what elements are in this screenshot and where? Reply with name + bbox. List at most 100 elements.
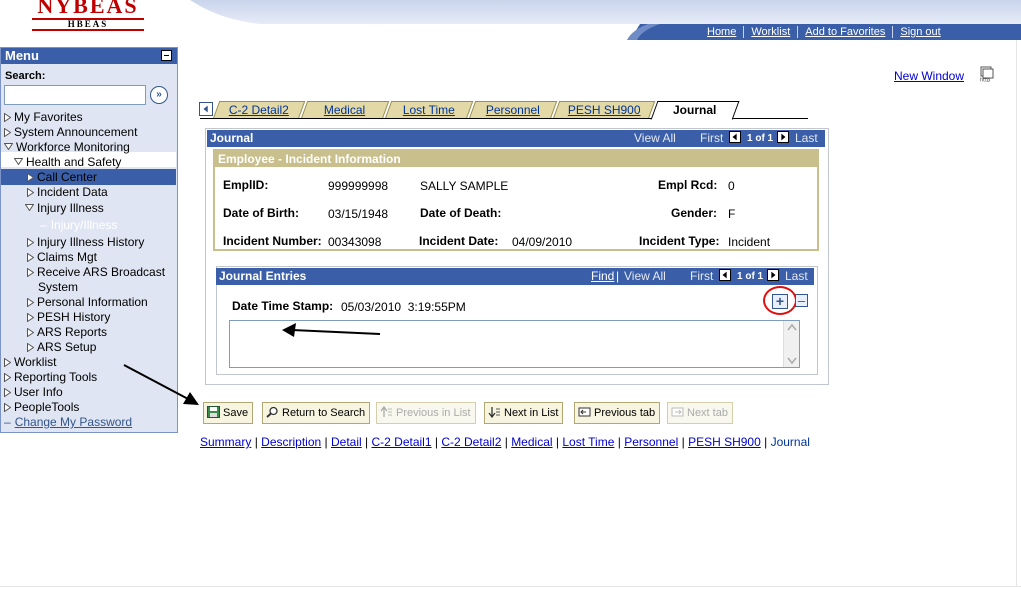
help-http-icon[interactable]: http bbox=[979, 66, 995, 82]
link-summary[interactable]: Summary bbox=[200, 435, 251, 449]
journal-first[interactable]: First bbox=[700, 130, 723, 147]
journal-entries-find[interactable]: Find bbox=[591, 268, 614, 285]
menu-label: ARS Reports bbox=[37, 325, 108, 339]
menu-item-receive-ars-broadcast[interactable]: Receive ARS Broadcast bbox=[27, 265, 165, 279]
save-label: Save bbox=[223, 407, 249, 419]
textarea-scrollbar[interactable] bbox=[783, 321, 799, 367]
journal-view-all[interactable]: View All bbox=[634, 130, 676, 147]
emplid-value: 999999998 bbox=[328, 179, 389, 193]
link-lost-time[interactable]: Lost Time bbox=[562, 435, 614, 449]
menu-item-user-info[interactable]: User Info bbox=[4, 385, 63, 399]
new-window-link[interactable]: New Window bbox=[894, 69, 964, 83]
menu-item-change-my-password[interactable]: – Change My Password bbox=[4, 415, 132, 429]
dob-label: Date of Birth: bbox=[223, 206, 299, 220]
previous-tab-button[interactable]: Previous tab bbox=[574, 402, 661, 424]
menu-item-ars-setup[interactable]: ARS Setup bbox=[27, 340, 96, 354]
journal-entries-next-icon[interactable] bbox=[767, 269, 779, 281]
journal-entries-prev-icon[interactable] bbox=[719, 269, 731, 281]
tab-label: PESH SH900 bbox=[567, 103, 641, 117]
menu-label: Claims Mgt bbox=[37, 250, 98, 264]
tab-scroll-left-icon[interactable] bbox=[199, 102, 213, 116]
incident-number-value: 00343098 bbox=[328, 235, 382, 249]
next-in-list-button[interactable]: Next in List bbox=[484, 402, 564, 424]
separator: | bbox=[254, 435, 258, 449]
journal-header-bar: Journal View All First 1 of 1 Last bbox=[207, 130, 825, 147]
collapse-icon[interactable] bbox=[161, 50, 172, 61]
menu-item-system-cont[interactable]: System bbox=[38, 280, 78, 294]
menu-label: Call Center bbox=[37, 170, 98, 184]
separator: | bbox=[365, 435, 369, 449]
next-in-list-icon bbox=[488, 407, 500, 418]
menu-label: My Favorites bbox=[14, 110, 83, 124]
footer-divider bbox=[0, 586, 1021, 587]
menu-item-ars-reports[interactable]: ARS Reports bbox=[27, 325, 107, 339]
journal-prev-icon[interactable] bbox=[729, 131, 741, 143]
menu-item-incident-data[interactable]: Incident Data bbox=[27, 185, 108, 199]
journal-entry-textarea[interactable] bbox=[229, 320, 800, 368]
worklist-link[interactable]: Worklist bbox=[743, 26, 797, 38]
dash-icon: – bbox=[40, 218, 47, 232]
tab-personnel[interactable]: Personnel bbox=[468, 101, 558, 119]
menu-label: Change My Password bbox=[14, 415, 133, 429]
link-c2-detail2[interactable]: C-2 Detail2 bbox=[441, 435, 501, 449]
menu-item-personal-information[interactable]: Personal Information bbox=[27, 295, 148, 309]
menu-item-my-favorites[interactable]: My Favorites bbox=[4, 110, 83, 124]
header-banner: NYBEAS HBEAS Home Worklist Add to Favori… bbox=[0, 0, 1021, 42]
collapse-arrow-icon bbox=[14, 158, 23, 165]
menu-item-health-and-safety[interactable]: Health and Safety bbox=[14, 155, 121, 169]
gender-label: Gender: bbox=[671, 206, 718, 220]
tab-lost-time[interactable]: Lost Time bbox=[384, 101, 474, 119]
tab-journal[interactable]: Journal bbox=[650, 101, 740, 120]
next-tab-button[interactable]: Next tab bbox=[667, 402, 733, 424]
previous-in-list-button[interactable]: Previous in List bbox=[376, 402, 476, 424]
save-icon bbox=[207, 406, 220, 418]
menu-item-call-center[interactable]: Call Center bbox=[27, 170, 97, 184]
menu-item-claims-mgt[interactable]: Claims Mgt bbox=[27, 250, 97, 264]
menu-item-peopletools[interactable]: PeopleTools bbox=[4, 400, 79, 414]
add-row-button[interactable]: + bbox=[772, 294, 788, 309]
journal-entries-first[interactable]: First bbox=[690, 268, 713, 285]
expand-arrow-icon bbox=[27, 328, 34, 337]
menu-item-injury-illness[interactable]: Injury Illness bbox=[25, 201, 104, 215]
search-go-icon[interactable]: » bbox=[150, 86, 168, 104]
employee-name: SALLY SAMPLE bbox=[420, 179, 509, 193]
menu-label: System bbox=[38, 280, 79, 294]
menu-label: Receive ARS Broadcast bbox=[37, 265, 166, 279]
return-to-search-button[interactable]: Return to Search bbox=[262, 402, 371, 424]
journal-entries-last[interactable]: Last bbox=[785, 268, 808, 285]
menu-item-injury-illness-history[interactable]: Injury Illness History bbox=[27, 235, 144, 249]
tab-pesh-sh900[interactable]: PESH SH900 bbox=[552, 101, 656, 119]
link-medical[interactable]: Medical bbox=[511, 435, 552, 449]
tab-medical[interactable]: Medical bbox=[300, 101, 390, 119]
menu-item-worklist[interactable]: Worklist bbox=[4, 355, 56, 369]
gender-value: F bbox=[728, 207, 736, 221]
journal-last[interactable]: Last bbox=[795, 130, 818, 147]
menu-item-reporting-tools[interactable]: Reporting Tools bbox=[4, 370, 97, 384]
tab-c2-detail2[interactable]: C-2 Detail2 bbox=[212, 101, 306, 119]
previous-in-list-label: Previous in List bbox=[396, 407, 471, 419]
link-personnel[interactable]: Personnel bbox=[624, 435, 678, 449]
menu-label: Reporting Tools bbox=[14, 370, 98, 384]
menu-label: User Info bbox=[14, 385, 63, 399]
link-description[interactable]: Description bbox=[261, 435, 321, 449]
menu-search-input[interactable] bbox=[4, 85, 146, 105]
menu-item-workforce-monitoring[interactable]: Workforce Monitoring bbox=[4, 140, 130, 154]
link-pesh-sh900[interactable]: PESH SH900 bbox=[688, 435, 761, 449]
expand-arrow-icon bbox=[27, 238, 34, 247]
add-to-favorites-link[interactable]: Add to Favorites bbox=[797, 26, 892, 38]
journal-entries-title: Journal Entries bbox=[219, 269, 307, 283]
sign-out-link[interactable]: Sign out bbox=[892, 26, 947, 38]
link-c2-detail1[interactable]: C-2 Detail1 bbox=[372, 435, 432, 449]
link-detail[interactable]: Detail bbox=[331, 435, 362, 449]
timestamp-label: Date Time Stamp: bbox=[232, 299, 334, 313]
save-button[interactable]: Save bbox=[203, 402, 254, 424]
delete-row-button[interactable]: – bbox=[795, 294, 808, 307]
menu-item-system-announcement[interactable]: System Announcement bbox=[4, 125, 137, 139]
journal-next-icon[interactable] bbox=[777, 131, 789, 143]
menu-item-injury-illness-selected[interactable]: – Injury/Illness bbox=[40, 218, 117, 232]
separator: | bbox=[504, 435, 508, 449]
menu-item-pesh-history[interactable]: PESH History bbox=[27, 310, 110, 324]
menu-label: Worklist bbox=[14, 355, 57, 369]
journal-entries-view-all[interactable]: View All bbox=[624, 268, 666, 285]
home-link[interactable]: Home bbox=[700, 26, 743, 38]
